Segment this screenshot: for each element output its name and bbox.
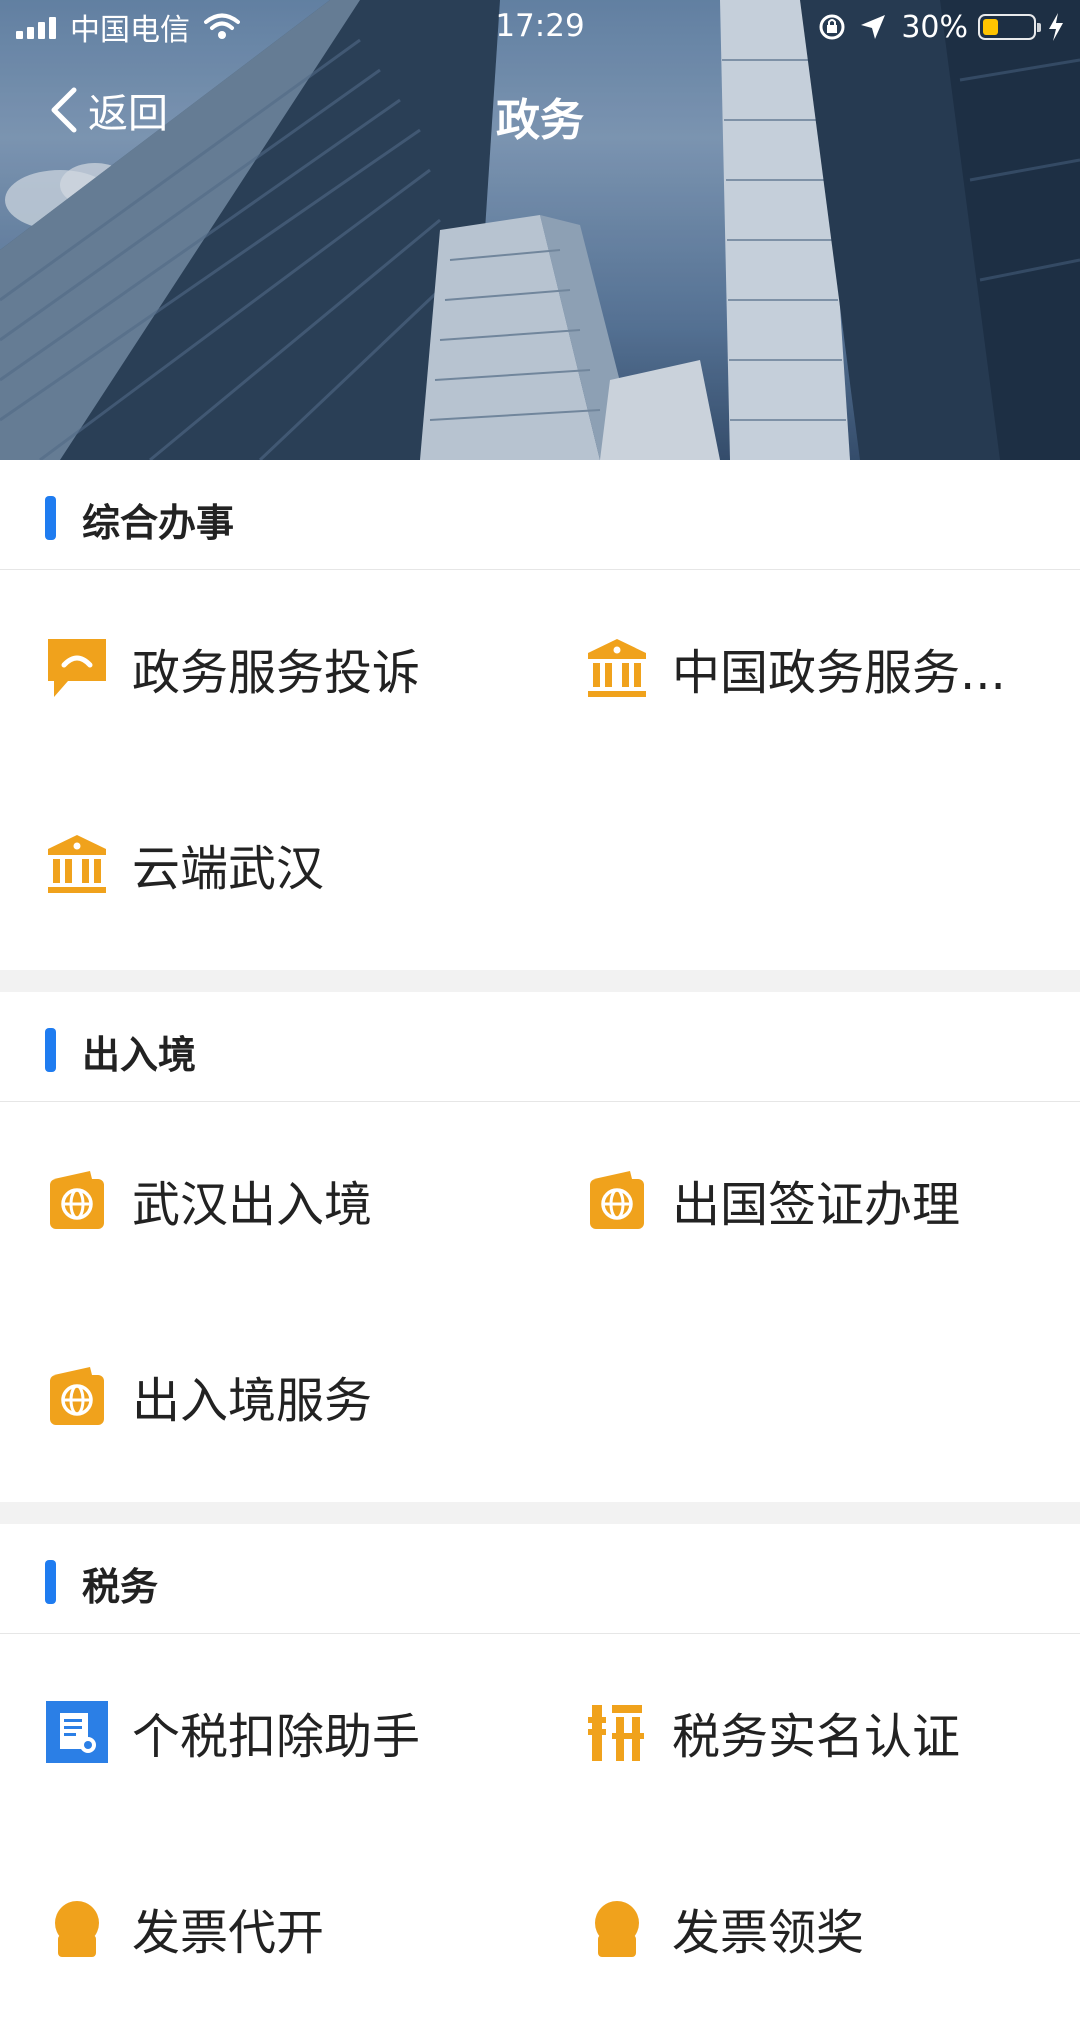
- service-label: 出国签证办理: [672, 1177, 961, 1233]
- section-general-affairs: 综合办事 政务服务投诉 中国政务服务... 云端武汉: [0, 460, 1080, 970]
- tax-seal-icon: [588, 1705, 644, 1761]
- service-label: 云端武汉: [132, 841, 325, 897]
- service-grid: 政务服务投诉 中国政务服务... 云端武汉: [0, 570, 1080, 970]
- section-header: 综合办事: [0, 460, 1080, 570]
- section-divider: [0, 1502, 1080, 1524]
- service-item-visa[interactable]: 出国签证办理: [540, 1102, 1080, 1298]
- service-item-complaint[interactable]: 政务服务投诉: [0, 570, 540, 766]
- service-item-tax-deduction-assistant[interactable]: 个税扣除助手: [0, 1634, 540, 1830]
- service-grid: 个税扣除助手 税务实名认证 发票代开 发票领奖: [0, 1634, 1080, 2034]
- service-label: 出入境服务: [132, 1373, 373, 1429]
- location-arrow-icon: [861, 15, 886, 39]
- service-label: 中国政务服务...: [672, 645, 1006, 701]
- section-divider: [0, 970, 1080, 992]
- section-header: 出入境: [0, 992, 1080, 1102]
- tax-document-icon: [46, 1701, 108, 1763]
- section-exit-entry: 出入境 武汉出入境 出国签证办理 出入境服务: [0, 992, 1080, 1502]
- service-label: 个税扣除助手: [132, 1709, 421, 1765]
- section-title: 综合办事: [82, 501, 235, 545]
- invoice-icon: [595, 1901, 639, 1957]
- service-label: 政务服务投诉: [132, 645, 421, 701]
- service-item-wuhan-exit-entry[interactable]: 武汉出入境: [0, 1102, 540, 1298]
- page-title: 政务: [496, 95, 584, 146]
- service-label: 发票领奖: [672, 1905, 865, 1961]
- section-accent-bar: [45, 496, 56, 540]
- service-item-china-gov-service[interactable]: 中国政务服务...: [540, 570, 1080, 766]
- service-item-invoice-lottery[interactable]: 发票领奖: [540, 1830, 1080, 2026]
- status-bar: 中国电信 17:29 30%: [0, 0, 1080, 54]
- chat-bubble-icon: [48, 639, 106, 697]
- section-title: 税务: [82, 1565, 159, 1609]
- passport-icon: [50, 1367, 104, 1425]
- service-item-exit-entry-service[interactable]: 出入境服务: [0, 1298, 540, 1494]
- service-grid: 武汉出入境 出国签证办理 出入境服务: [0, 1102, 1080, 1502]
- service-item-cloud-wuhan[interactable]: 云端武汉: [0, 766, 540, 962]
- header-banner: 中国电信 17:29 30% 返回 政务: [0, 0, 1080, 460]
- section-header: 税务: [0, 1524, 1080, 1634]
- navigation-bar: 返回 政务: [0, 70, 1080, 150]
- section-tax: 税务 个税扣除助手 税务实名认证 发票代开 发票领奖: [0, 1524, 1080, 2034]
- section-title: 出入境: [82, 1033, 197, 1077]
- section-accent-bar: [45, 1028, 56, 1072]
- service-label: 武汉出入境: [132, 1177, 373, 1233]
- service-label: 税务实名认证: [672, 1709, 961, 1765]
- passport-icon: [590, 1171, 644, 1229]
- service-item-invoice-issue[interactable]: 发票代开: [0, 1830, 540, 2026]
- service-item-tax-realname[interactable]: 税务实名认证: [540, 1634, 1080, 1830]
- charging-bolt-icon: [1049, 13, 1063, 41]
- invoice-icon: [55, 1901, 99, 1957]
- service-label: 发票代开: [132, 1905, 325, 1961]
- passport-icon: [50, 1171, 104, 1229]
- city-skyline-image: [0, 0, 1080, 460]
- battery-icon: [978, 14, 1041, 40]
- battery-percent: 30%: [901, 9, 968, 45]
- service-list: 综合办事 政务服务投诉 中国政务服务... 云端武汉 出入境 武汉出入境 出国签…: [0, 460, 1080, 2034]
- government-building-icon: [48, 835, 106, 893]
- section-accent-bar: [45, 1560, 56, 1604]
- government-building-icon: [588, 639, 646, 697]
- rotation-lock-icon: [819, 14, 845, 40]
